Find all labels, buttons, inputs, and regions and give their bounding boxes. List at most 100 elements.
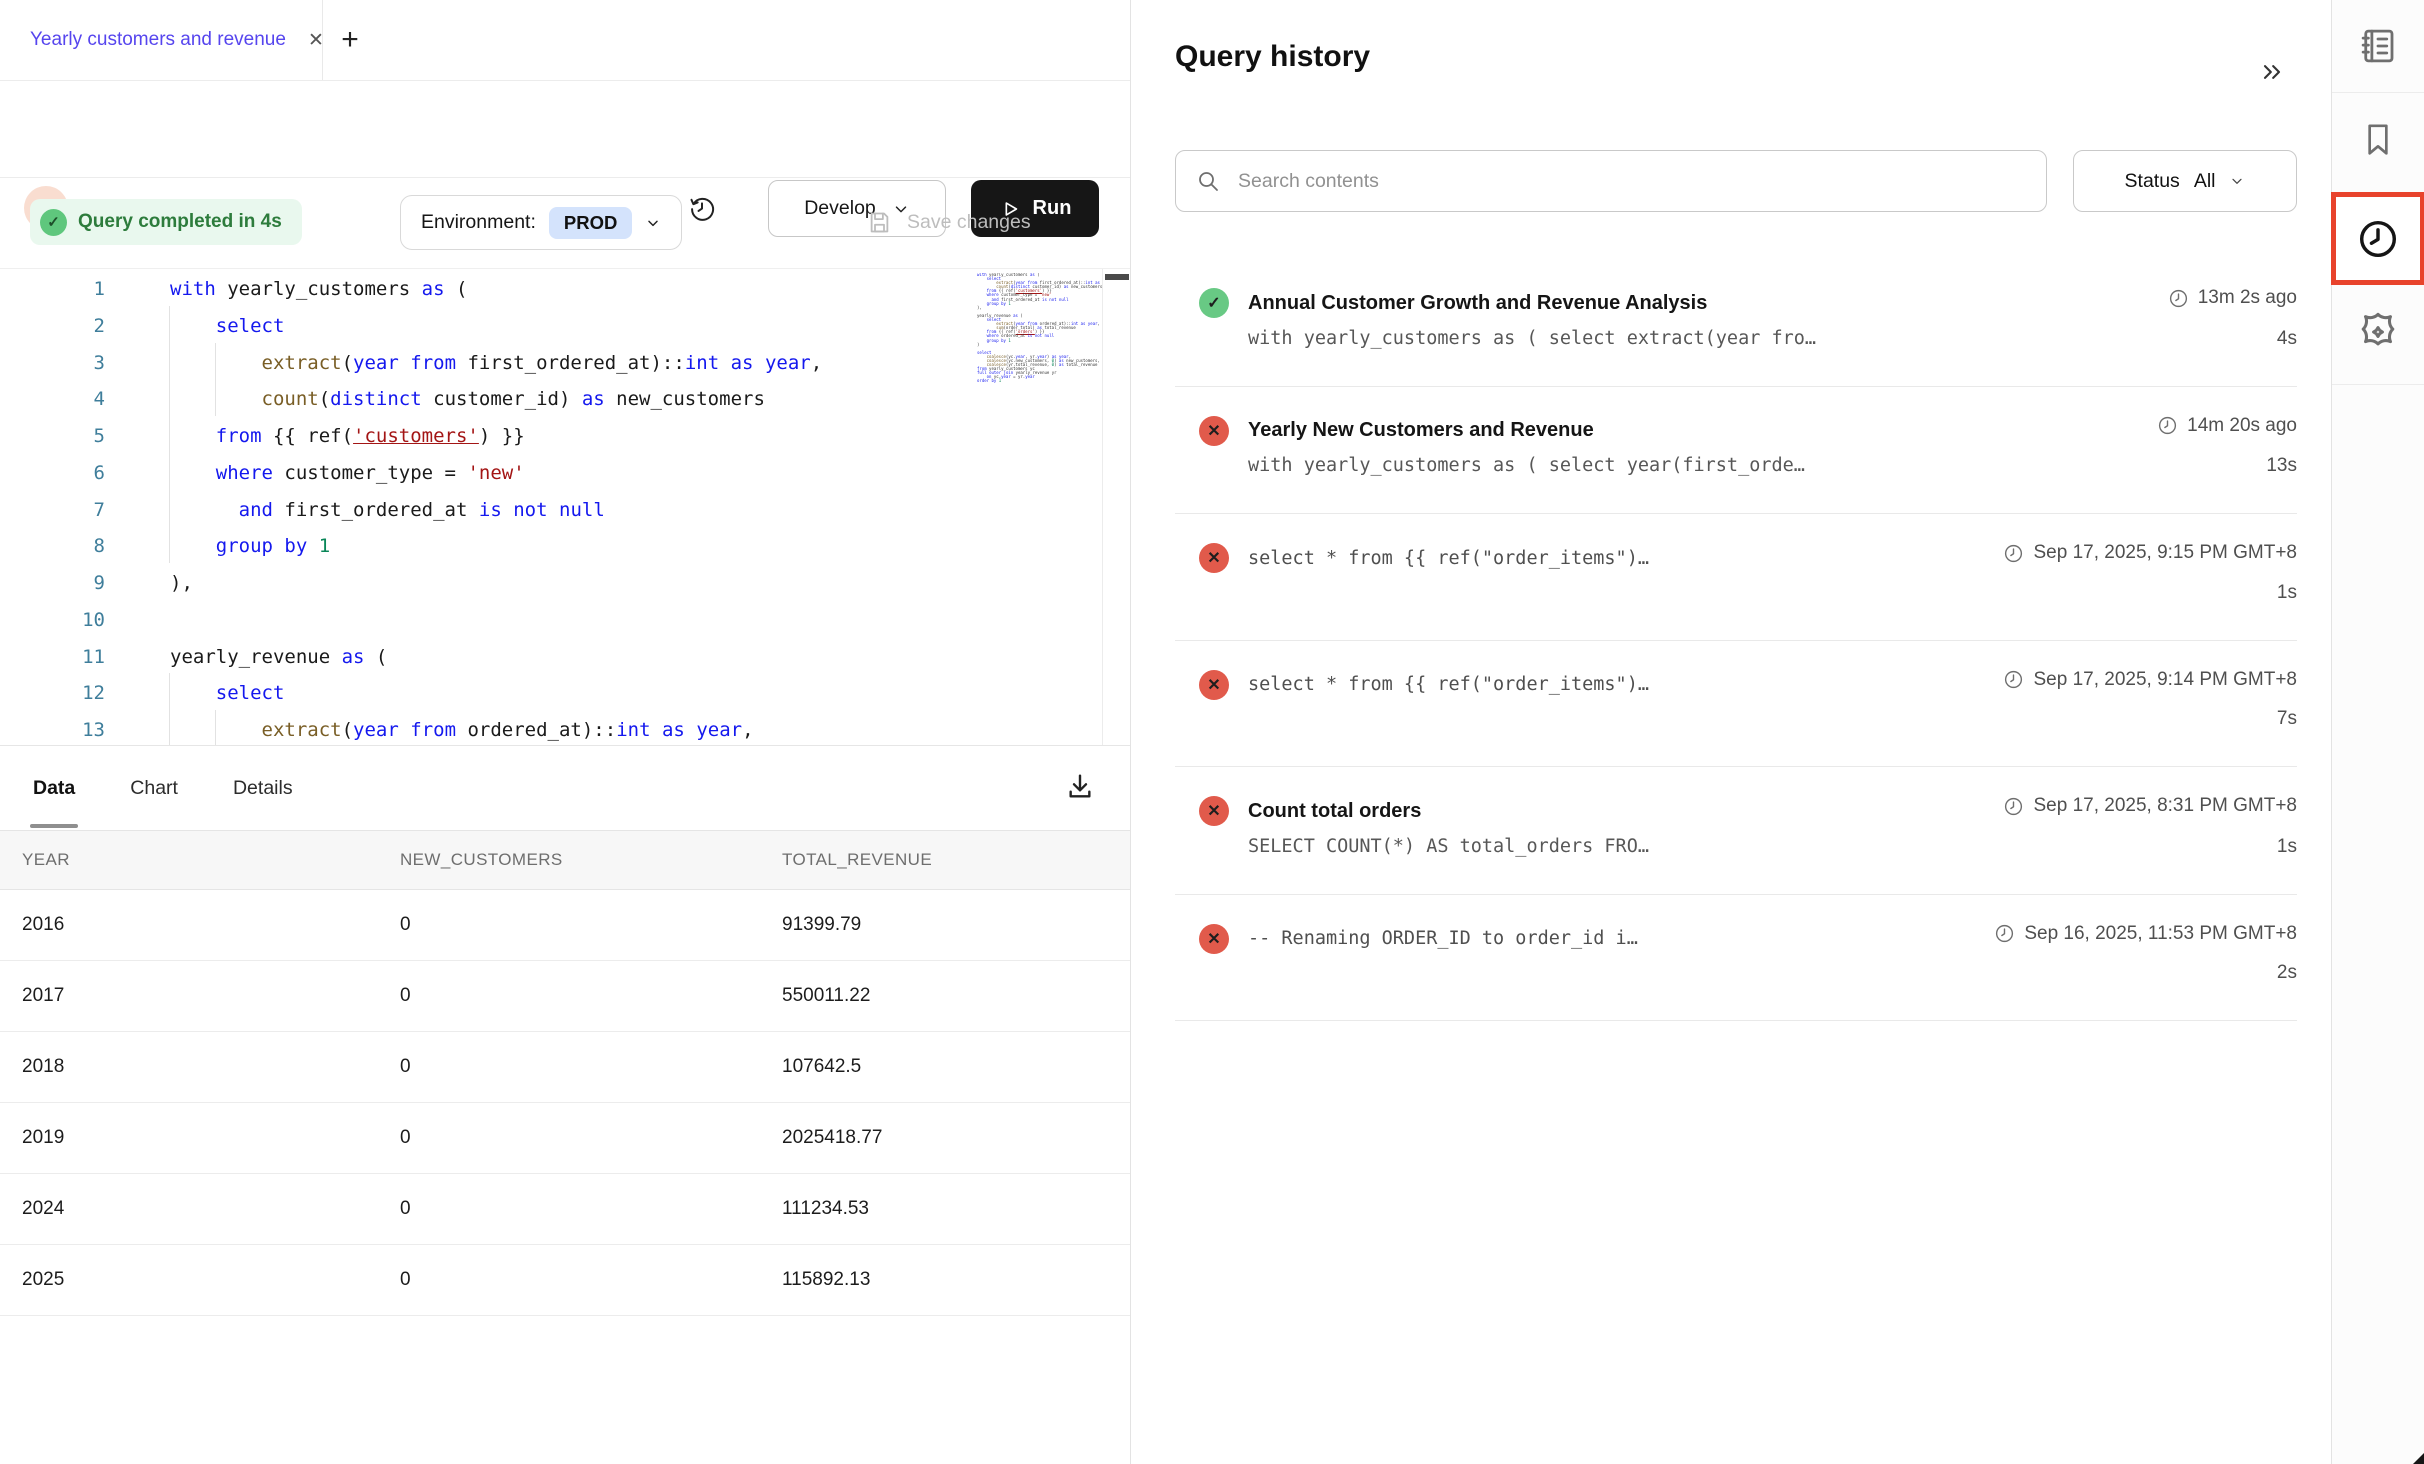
history-item-time: Sep 17, 2025, 9:14 PM GMT+8	[2003, 669, 2297, 691]
environment-selector[interactable]: Environment: PROD	[400, 195, 682, 250]
save-icon	[866, 209, 893, 236]
clock-icon	[2003, 543, 2024, 564]
history-item[interactable]: ✕Yearly New Customers and Revenue14m 20s…	[1175, 387, 2297, 515]
success-icon: ✓	[1199, 288, 1229, 318]
table-cell: 0	[400, 1269, 782, 1291]
history-item-time: Sep 16, 2025, 11:53 PM GMT+8	[1994, 923, 2297, 945]
table-body: 2016091399.7920170550011.2220180107642.5…	[0, 890, 1130, 1316]
code-line[interactable]	[170, 602, 974, 639]
code-line[interactable]: and first_ordered_at is not null	[170, 492, 974, 529]
tab-title[interactable]: Yearly customers and revenue	[30, 29, 286, 51]
table-row[interactable]: 20250115892.13	[0, 1245, 1130, 1316]
status-filter-dropdown[interactable]: Status All	[2073, 150, 2297, 212]
line-number: 13	[0, 712, 105, 746]
code-line[interactable]: yearly_revenue as (	[170, 639, 974, 676]
clock-icon	[2003, 669, 2024, 690]
line-number: 9	[0, 565, 105, 602]
table-cell: 2025	[22, 1269, 400, 1291]
tab-details[interactable]: Details	[233, 746, 293, 830]
table-row[interactable]: 20180107642.5	[0, 1032, 1130, 1103]
history-item-title: select * from {{ ref("order_items")…	[1248, 548, 1649, 569]
results-bar: Data Chart Details	[0, 746, 1130, 830]
code-line[interactable]: with yearly_customers as (	[170, 271, 974, 308]
history-item-title: -- Renaming ORDER_ID to order_id i…	[1248, 928, 1638, 949]
history-item-duration: 1s	[2277, 836, 2297, 858]
code-line[interactable]: group by 1	[170, 528, 974, 565]
chevron-down-icon	[2229, 173, 2245, 189]
code-line[interactable]: ),	[170, 565, 974, 602]
insight-toolbar: BL Your saved insight Develop Run	[0, 80, 1130, 178]
error-icon: ✕	[1199, 796, 1229, 826]
dbt-icon	[2355, 309, 2401, 355]
bookmark-icon	[2358, 120, 2398, 160]
resize-handle[interactable]	[2413, 1453, 2424, 1464]
status-filter-label: Status	[2125, 170, 2180, 193]
clock-icon	[2168, 288, 2189, 309]
clock-icon	[2157, 415, 2178, 436]
code-line[interactable]: from {{ ref('customers') }}	[170, 418, 974, 455]
error-icon: ✕	[1199, 543, 1229, 573]
editor-scrollbar[interactable]	[1102, 269, 1130, 746]
divider	[2332, 384, 2424, 385]
error-icon: ✕	[1199, 924, 1229, 954]
history-item[interactable]: ✕ select * from {{ ref("order_items")… Sep…	[1175, 514, 2297, 641]
notebook-icon	[2357, 25, 2399, 67]
column-header: NEW_CUSTOMERS	[400, 850, 782, 870]
indent-guide	[169, 673, 170, 746]
code-line[interactable]: extract(year from first_ordered_at)::int…	[170, 345, 974, 382]
code-line[interactable]: count(distinct customer_id) as new_custo…	[170, 381, 974, 418]
code-line[interactable]: extract(year from ordered_at)::int as ye…	[170, 712, 974, 746]
history-item-time: 14m 20s ago	[2157, 415, 2297, 437]
table-row[interactable]: 20240111234.53	[0, 1174, 1130, 1245]
indent-guide	[215, 343, 216, 416]
table-row[interactable]: 20170550011.22	[0, 961, 1130, 1032]
history-item[interactable]: ✕ -- Renaming ORDER_ID to order_id i… Sep …	[1175, 895, 2297, 1022]
history-item[interactable]: ✕select * from {{ ref("order_items")…Sep…	[1175, 641, 2297, 768]
minimap[interactable]: with yearly_customers as ( select extrac…	[977, 273, 1102, 733]
history-item[interactable]: ✕Count total ordersSep 17, 2025, 8:31 PM…	[1175, 767, 2297, 895]
line-number: 6	[0, 455, 105, 492]
table-row[interactable]: 2016091399.79	[0, 890, 1130, 961]
collapse-panel-button[interactable]	[2252, 55, 2292, 91]
divider	[2332, 92, 2424, 93]
table-cell: 2024	[22, 1198, 400, 1220]
table-cell: 0	[400, 1198, 782, 1220]
table-header: YEARNEW_CUSTOMERSTOTAL_REVENUE	[0, 830, 1130, 890]
scrollbar-thumb[interactable]	[1105, 274, 1129, 280]
new-tab-button[interactable]: +	[330, 0, 370, 80]
query-status-badge: ✓ Query completed in 4s	[30, 199, 302, 245]
search-box[interactable]	[1175, 150, 2047, 212]
table-row[interactable]: 201902025418.77	[0, 1103, 1130, 1174]
tab-yearly-customers[interactable]: Yearly customers and revenue ✕	[30, 0, 324, 80]
table-cell: 2019	[22, 1127, 400, 1149]
history-item-duration: 7s	[2277, 708, 2297, 730]
save-changes-button[interactable]: Save changes	[866, 199, 1031, 245]
code-line[interactable]: where customer_type = 'new'	[170, 455, 974, 492]
download-button[interactable]	[1062, 770, 1098, 806]
app: Yearly customers and revenue ✕ + BL Your…	[0, 0, 2424, 1464]
history-item-sql-preview: SELECT COUNT(*) AS total_orders FRO…	[1248, 836, 1649, 857]
notebook-button[interactable]	[2332, 8, 2424, 84]
sql-editor[interactable]: 12345678910111213 with yearly_customers …	[0, 268, 1130, 746]
code-lines[interactable]: with yearly_customers as ( select extrac…	[170, 271, 974, 746]
table-cell: 107642.5	[782, 1056, 1130, 1078]
bookmark-button[interactable]	[2332, 100, 2424, 180]
right-icon-rail	[2332, 0, 2424, 1464]
download-icon	[1064, 771, 1096, 803]
history-item-sql-preview: with yearly_customers as ( select year(f…	[1248, 455, 1805, 476]
table-cell: 0	[400, 1056, 782, 1078]
query-history-button[interactable]	[2355, 216, 2401, 262]
dbt-button[interactable]	[2332, 292, 2424, 372]
tab-bar: Yearly customers and revenue ✕ +	[0, 0, 1130, 81]
history-item-time: Sep 17, 2025, 9:15 PM GMT+8	[2003, 542, 2297, 564]
code-line[interactable]: select	[170, 308, 974, 345]
history-item-duration: 2s	[2277, 962, 2297, 984]
history-item[interactable]: ✓Annual Customer Growth and Revenue Anal…	[1175, 259, 2297, 387]
code-line[interactable]: select	[170, 675, 974, 712]
tab-data[interactable]: Data	[33, 746, 75, 830]
double-chevron-right-icon	[2258, 58, 2286, 86]
table-cell: 550011.22	[782, 985, 1130, 1007]
tab-chart[interactable]: Chart	[130, 746, 178, 830]
table-cell: 0	[400, 914, 782, 936]
search-input[interactable]	[1236, 169, 2026, 194]
